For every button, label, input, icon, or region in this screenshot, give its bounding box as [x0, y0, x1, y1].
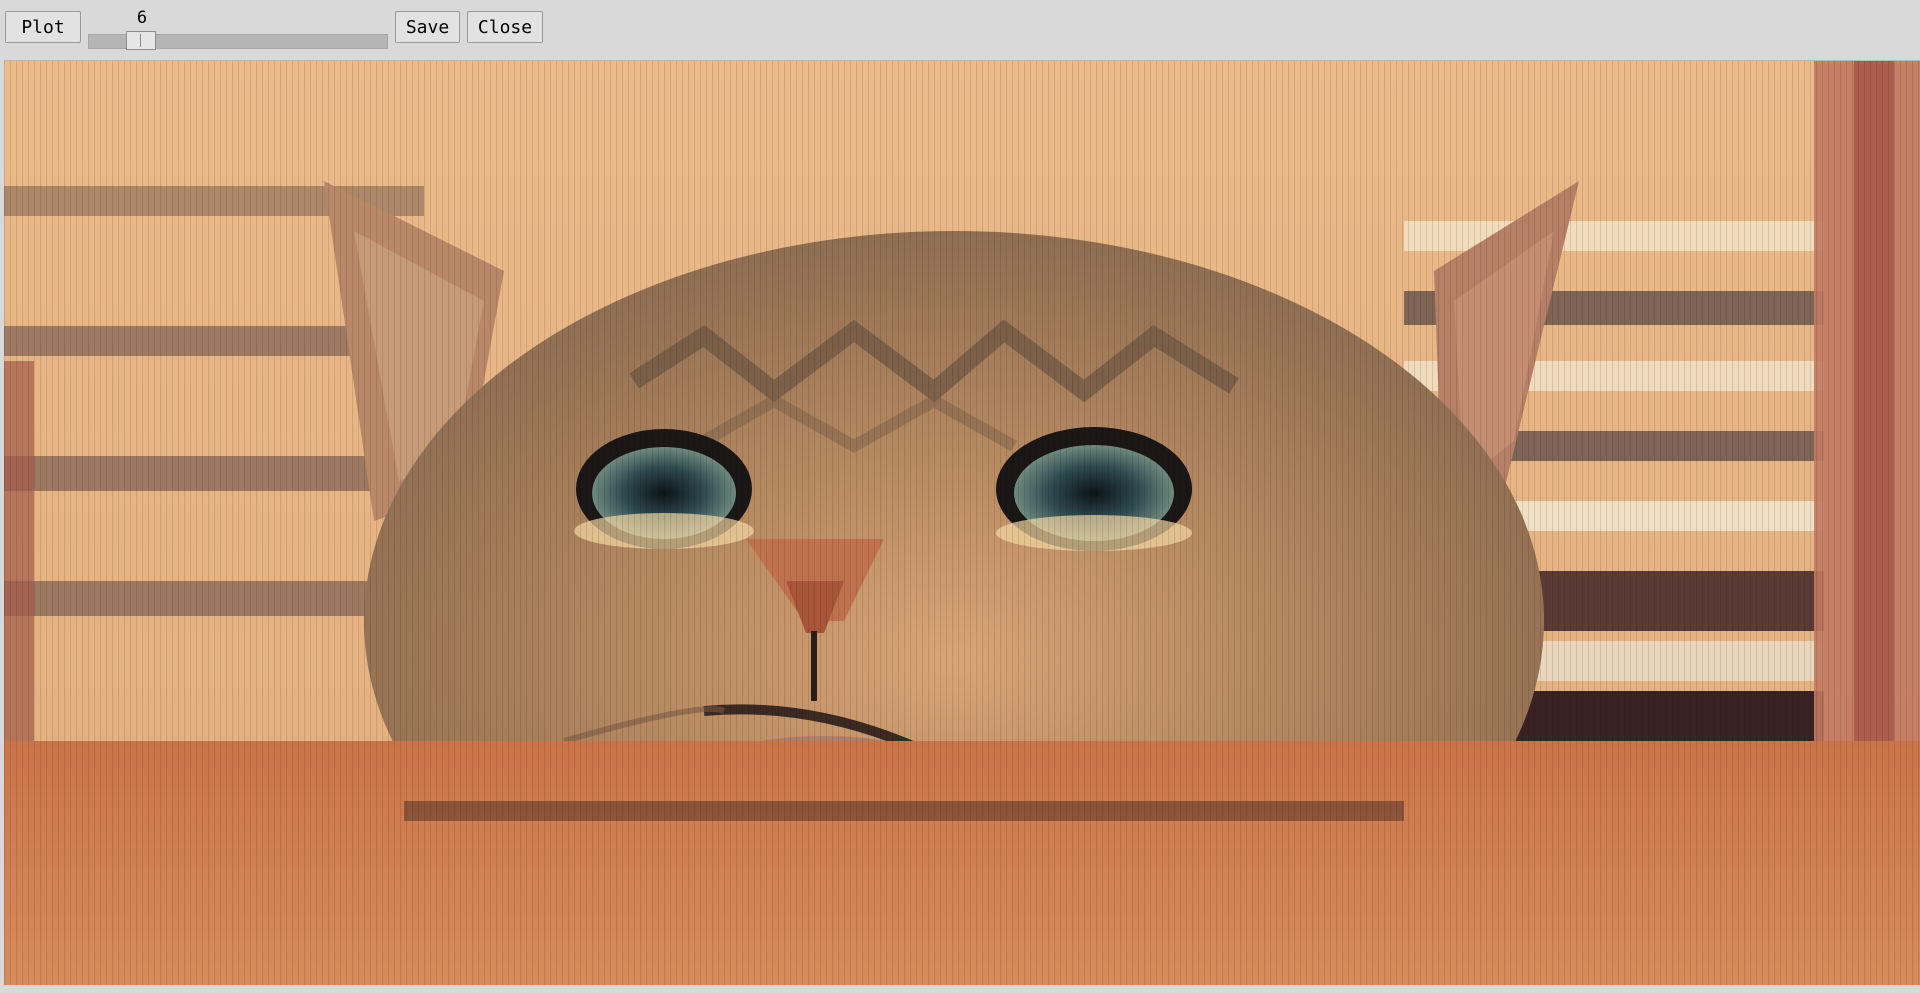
close-button[interactable]: Close — [467, 11, 543, 43]
image-canvas — [4, 60, 1920, 986]
save-button[interactable]: Save — [395, 11, 460, 43]
plot-button[interactable]: Plot — [5, 11, 81, 43]
toolbar: Plot 6 Save Close — [0, 0, 1920, 58]
status-strip — [0, 985, 1920, 993]
slider-handle[interactable] — [126, 31, 156, 50]
cat-photo — [4, 61, 1920, 986]
slider-value: 6 — [136, 8, 148, 28]
